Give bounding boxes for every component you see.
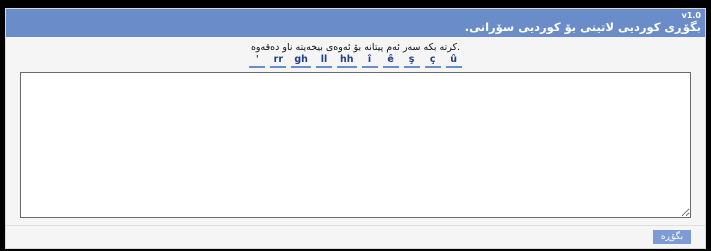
page-title: بگۆڕی کوردیی لاتینی بۆ کوردیی سۆرانی. — [464, 20, 701, 34]
converter-panel: v1.0 بگۆڕی کوردیی لاتینی بۆ کوردیی سۆران… — [5, 8, 706, 249]
header-bar: v1.0 بگۆڕی کوردیی لاتینی بۆ کوردیی سۆران… — [6, 9, 705, 37]
special-characters-bar: ' rr gh ll hh î ê ş ç û — [6, 54, 705, 68]
text-editor[interactable] — [20, 72, 691, 218]
char-button-ll[interactable]: ll — [315, 54, 332, 68]
char-button-gh[interactable]: gh — [291, 54, 311, 68]
footer-divider — [6, 225, 705, 226]
char-button-i-circumflex[interactable]: î — [361, 54, 378, 68]
char-button-apostrophe[interactable]: ' — [249, 54, 266, 68]
char-button-c-cedilla[interactable]: ç — [424, 54, 441, 68]
char-button-e-circumflex[interactable]: ê — [382, 54, 399, 68]
char-button-s-cedilla[interactable]: ş — [403, 54, 420, 68]
char-button-rr[interactable]: rr — [270, 54, 287, 68]
convert-button[interactable]: بگۆڕە — [653, 230, 691, 244]
char-button-u-circumflex[interactable]: û — [445, 54, 462, 68]
instruction-text: .کرتە بکە سەر ئەم پیتانە بۆ ئەوەی بیخەیت… — [250, 42, 461, 53]
version-label: v1.0 — [681, 11, 701, 20]
char-button-hh[interactable]: hh — [337, 54, 357, 68]
